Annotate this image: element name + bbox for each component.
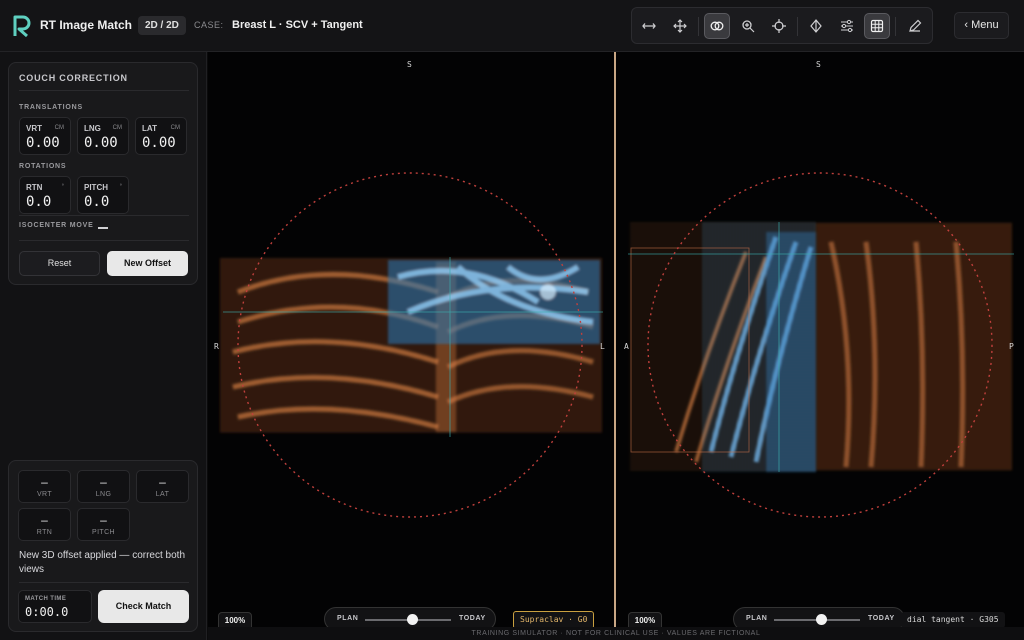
ap-image-canvas[interactable] — [208, 52, 614, 627]
check-match-button[interactable]: Check Match — [98, 590, 189, 623]
isocenter-icon[interactable] — [803, 13, 829, 39]
pitch-input[interactable]: PITCH ° 0.0 — [77, 176, 129, 214]
rotations-label: ROTATIONS — [19, 163, 67, 170]
move-icon[interactable] — [667, 13, 693, 39]
result-pitch-value: – — [100, 513, 107, 527]
lng-value: 0.00 — [84, 135, 118, 151]
case-label: CASE: — [194, 20, 224, 30]
ap-image-viewport[interactable]: S R L 100% PLAN TODAY Supraclav · G0 — [208, 52, 614, 627]
lat-blend-slider[interactable]: PLAN TODAY — [733, 607, 905, 627]
rtn-label: RTN — [26, 183, 43, 192]
case-value: Breast L · SCV + Tangent — [232, 19, 363, 31]
today-image-layer — [388, 260, 600, 344]
lng-input[interactable]: LNG CM 0.00 — [77, 117, 129, 155]
lat-value: 0.00 — [142, 135, 176, 151]
ap-orient-left: R — [214, 342, 219, 351]
result-lat-value: – — [159, 475, 166, 489]
sliders-icon[interactable] — [834, 13, 860, 39]
match-time-value: 0:00.0 — [25, 605, 69, 619]
ap-zoom-chip[interactable]: 100% — [218, 612, 252, 627]
match-time-label: MATCH TIME — [25, 596, 67, 602]
ap-blend-slider[interactable]: PLAN TODAY — [324, 607, 496, 627]
result-lng-value: – — [100, 475, 107, 489]
overlay-icon[interactable] — [704, 13, 730, 39]
lateral-image-viewport[interactable]: S A P 100% PLAN TODAY dial tangent · G30… — [616, 52, 1024, 627]
result-lat: – LAT — [136, 470, 189, 503]
footer-disclaimer: TRAINING SIMULATOR · NOT FOR CLINICAL US… — [208, 627, 1024, 640]
crosshair-icon[interactable] — [766, 13, 792, 39]
status-message: New 3D offset applied — correct both vie… — [19, 550, 186, 575]
ap-plan-label: PLAN — [337, 615, 359, 622]
lat-field-tag: dial tangent · G305 — [901, 612, 1005, 627]
lat-input[interactable]: LAT CM 0.00 — [135, 117, 187, 155]
match-time: MATCH TIME 0:00.0 — [18, 590, 92, 623]
app-header: RT Image Match 2D / 2D CASE: Breast L · … — [0, 0, 1024, 52]
result-lng: – LNG — [77, 470, 130, 503]
zoom-icon[interactable] — [735, 13, 761, 39]
grid-icon[interactable] — [864, 13, 890, 39]
lng-label: LNG — [84, 124, 101, 133]
lng-unit: CM — [112, 125, 122, 131]
lateral-image-canvas[interactable] — [616, 52, 1024, 627]
result-rtn-value: – — [41, 513, 48, 527]
result-pitch: – PITCH — [77, 508, 130, 541]
ap-field-tag: Supraclav · G0 — [513, 611, 595, 627]
lat-orient-top: S — [816, 60, 821, 69]
pencil-icon[interactable] — [902, 13, 928, 39]
vrt-value: 0.00 — [26, 135, 60, 151]
app-logo-icon — [13, 15, 31, 37]
pitch-value: 0.0 — [84, 194, 110, 210]
couch-correction-card: COUCH CORRECTION TRANSLATIONS VRT CM 0.0… — [8, 62, 198, 285]
result-vrt: – VRT — [18, 470, 71, 503]
lat-unit: CM — [170, 125, 180, 131]
ap-orient-top: S — [407, 60, 412, 69]
lat-zoom-chip[interactable]: 100% — [628, 612, 662, 627]
control-panel: COUCH CORRECTION TRANSLATIONS VRT CM 0.0… — [0, 52, 207, 640]
pitch-unit: ° — [119, 184, 122, 190]
couch-correction-title: COUCH CORRECTION — [19, 73, 128, 83]
rtn-value: 0.0 — [26, 194, 52, 210]
result-lng-label: LNG — [95, 491, 112, 498]
vrt-unit: CM — [54, 125, 64, 131]
reset-button[interactable]: Reset — [19, 251, 100, 276]
isocenter-move-label: ISOCENTER MOVE — [19, 222, 94, 229]
result-rtn: – RTN — [18, 508, 71, 541]
lat-orient-right: P — [1009, 342, 1014, 351]
isocenter-move-value — [98, 227, 108, 229]
menu-button[interactable]: ‹ Menu — [954, 12, 1009, 39]
rtn-unit: ° — [61, 184, 64, 190]
lateral-plan-layer — [630, 222, 1012, 472]
match-result-card: – VRT – LNG – LAT – RTN – PITCH New 3D o… — [8, 460, 198, 632]
app-title: RT Image Match — [40, 18, 133, 32]
result-pitch-label: PITCH — [92, 529, 115, 536]
lat-plan-label: PLAN — [746, 615, 768, 622]
lat-label: LAT — [142, 124, 157, 133]
result-lat-label: LAT — [155, 491, 170, 498]
new-offset-button[interactable]: New Offset — [107, 251, 188, 276]
swap-horizontal-icon[interactable] — [636, 13, 662, 39]
rtn-input[interactable]: RTN ° 0.0 — [19, 176, 71, 214]
result-vrt-value: – — [41, 475, 48, 489]
lat-blend-thumb[interactable] — [815, 614, 827, 625]
result-rtn-label: RTN — [36, 529, 53, 536]
lat-orient-left: A — [624, 342, 629, 351]
result-vrt-label: VRT — [36, 491, 53, 498]
ap-orient-right: L — [600, 342, 605, 351]
tool-bar — [631, 7, 933, 44]
ap-today-label: TODAY — [459, 615, 486, 622]
lateral-today-layer — [701, 222, 816, 472]
mode-badge[interactable]: 2D / 2D — [138, 16, 186, 35]
vrt-input[interactable]: VRT CM 0.00 — [19, 117, 71, 155]
translations-label: TRANSLATIONS — [19, 104, 83, 111]
vrt-label: VRT — [26, 124, 42, 133]
ap-blend-thumb[interactable] — [406, 614, 418, 625]
lat-today-label: TODAY — [868, 615, 895, 622]
pitch-label: PITCH — [84, 183, 108, 192]
